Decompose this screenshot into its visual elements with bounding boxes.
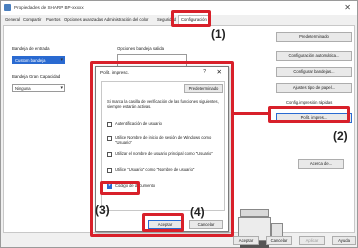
default-button[interactable]: Predeterminado	[276, 32, 352, 42]
tab-general[interactable]: General	[5, 17, 20, 22]
fast-print-label: Config.impresión rápidas	[286, 100, 333, 105]
printer-icon	[4, 4, 11, 11]
tab-advanced[interactable]: Opciones avanzadas	[64, 17, 103, 22]
tab-sharing[interactable]: Compartir	[23, 17, 41, 22]
auto-config-button[interactable]: Configuración automática...	[276, 51, 352, 61]
input-tray-value: Custom bandeja	[15, 58, 46, 63]
window-title: Propiedades de SHARP BP-xxxxx	[14, 5, 84, 10]
chevron-down-icon: ▾	[60, 57, 63, 63]
large-capacity-select[interactable]: Ninguna ▾	[12, 84, 65, 92]
paper-type-button[interactable]: Ajustes tipo de papel...	[276, 83, 352, 93]
input-tray-label: Bandeja de entrada	[12, 46, 50, 51]
callout-2: (2)	[333, 129, 348, 143]
highlight-configuration-tab	[171, 10, 211, 27]
highlight-print-policy-button	[268, 106, 350, 123]
close-icon[interactable]: ✕	[344, 3, 351, 12]
tab-color-management[interactable]: Administración del color	[104, 17, 148, 22]
callout-3: (3)	[95, 203, 110, 217]
callout-4: (4)	[190, 205, 205, 219]
highlight-dialog	[90, 61, 234, 237]
chevron-down-icon: ▾	[60, 85, 63, 91]
highlight-document-code	[100, 181, 140, 195]
callout-1: (1)	[211, 27, 226, 41]
footer-help-button[interactable]: Ayuda	[332, 236, 356, 245]
input-tray-select[interactable]: Custom bandeja ▾	[12, 56, 65, 64]
footer-accept-button[interactable]: Aceptar	[233, 236, 259, 245]
highlight-accept-button	[142, 213, 184, 232]
tab-ports[interactable]: Puertos	[46, 17, 60, 22]
connector-line	[234, 112, 270, 115]
large-capacity-value: Ninguna	[15, 86, 31, 91]
output-tray-label: Opciones bandeja salida	[117, 46, 165, 51]
footer-cancel-button[interactable]: Cancelar	[266, 236, 292, 245]
large-capacity-label: Bandeja Gran Capacidad	[12, 74, 61, 79]
config-trays-button[interactable]: Configurar bandejas...	[276, 67, 352, 77]
footer-apply-button[interactable]: Aplicar	[299, 236, 325, 245]
about-button[interactable]: Acerca de...	[298, 159, 344, 169]
